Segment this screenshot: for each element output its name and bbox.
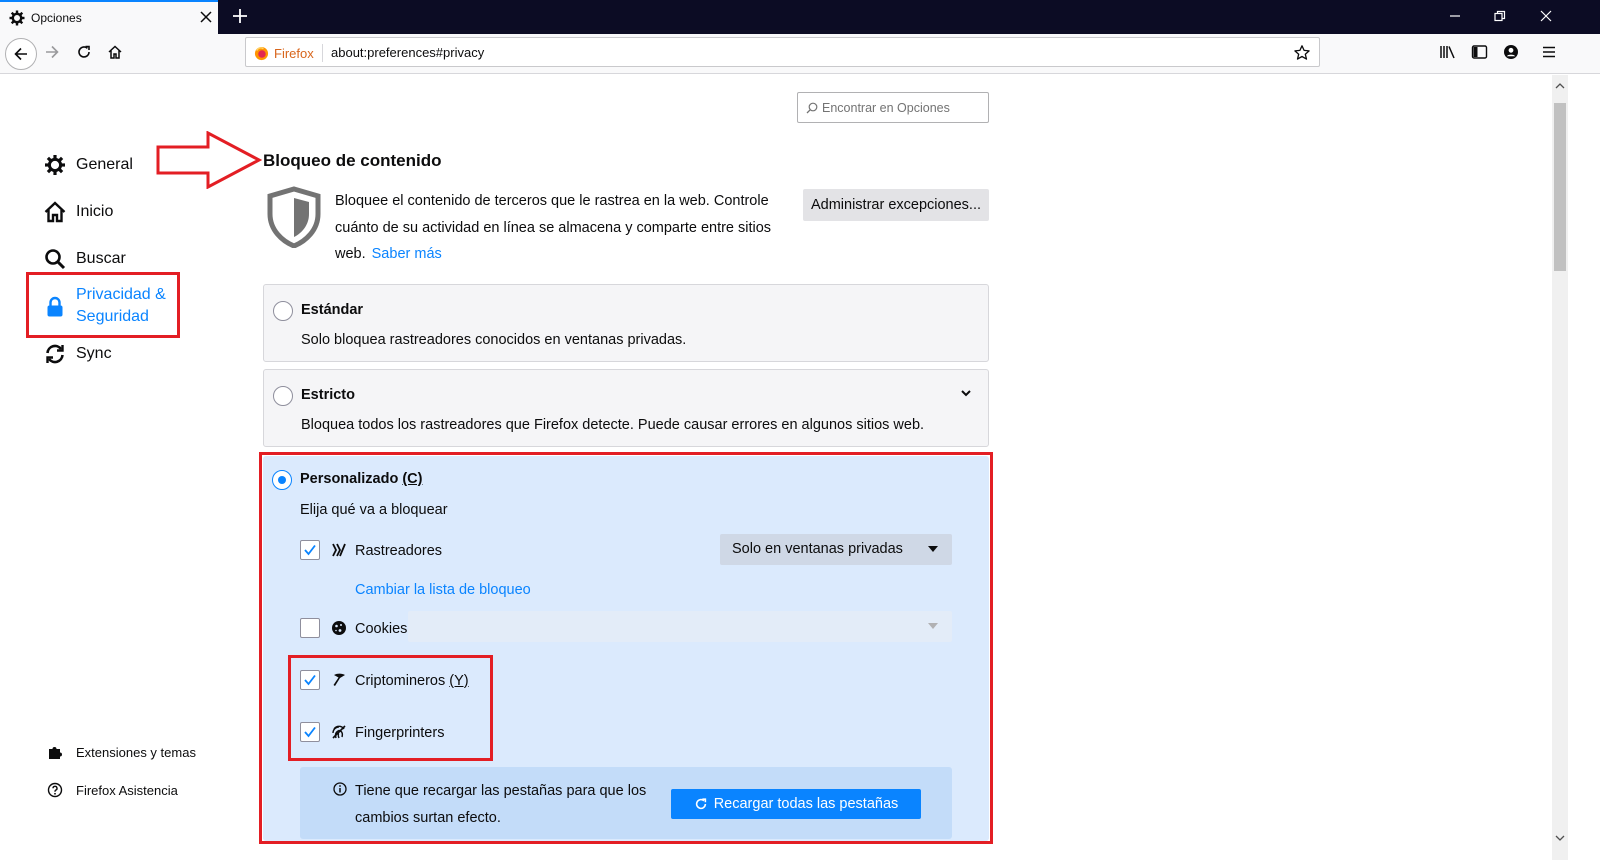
preferences-search[interactable] [797,92,989,123]
search-icon [806,102,818,114]
search-input[interactable] [822,99,982,117]
close-tab-icon[interactable] [199,10,213,24]
forward-button[interactable] [38,38,66,66]
url-bar[interactable]: Firefox about:preferences#privacy [245,37,1320,67]
search-icon [45,249,66,270]
tab-strip: Opciones [0,0,1600,34]
sidebar-item-label: Sync [76,345,112,362]
reload-button[interactable] [70,38,98,66]
option-strict[interactable]: Estricto Bloquea todos los rastreadores … [263,369,989,447]
option-description: Bloquea todos los rastreadores que Firef… [301,417,925,433]
new-tab-icon[interactable] [230,6,250,26]
option-title: Estricto [301,387,355,403]
help-icon [47,782,63,798]
scrollbar-thumb[interactable] [1554,103,1566,271]
sidebar-item-sync[interactable]: Sync [44,343,112,365]
sidebar-item-search[interactable]: Buscar [44,248,126,270]
sync-icon [46,344,64,364]
identity-label: Firefox [274,45,314,61]
sidebar-item-general[interactable]: General [44,154,133,176]
url-text[interactable]: about:preferences#privacy [331,45,484,60]
section-title: Bloqueo de contenido [263,151,442,170]
vertical-scrollbar[interactable] [1552,75,1568,860]
arrow-left-icon [14,47,27,61]
highlight-box-cryptominers-fingerprinters [288,655,493,761]
home-icon [108,45,122,59]
home-button[interactable] [101,38,129,66]
sidebar-item-label: General [76,156,133,173]
back-button[interactable] [5,38,37,70]
window-edge [1568,75,1600,860]
section-description: Bloquee el contenido de terceros que le … [335,188,785,268]
library-icon[interactable] [1439,44,1457,60]
puzzle-icon [49,747,62,759]
tab-preferences[interactable]: Opciones [0,0,218,34]
sidebar-toggle-icon[interactable] [1471,44,1488,60]
sidebar-link-extensions[interactable]: Extensiones y temas [47,744,196,760]
radio-standard[interactable] [273,301,293,321]
annotation-arrow-icon [156,131,262,189]
sidebar-item-label: Inicio [76,203,114,220]
sidebar-item-home[interactable]: Inicio [44,201,113,223]
chevron-down-icon[interactable] [959,386,973,400]
identity-box[interactable]: Firefox [254,44,323,62]
navigation-toolbar: Firefox about:preferences#privacy [0,34,1600,74]
tab-title: Opciones [31,11,82,25]
scroll-down-icon[interactable] [1555,833,1565,843]
sidebar-link-support[interactable]: Firefox Asistencia [47,782,178,798]
highlight-box-privacy [26,272,180,338]
account-icon[interactable] [1503,44,1519,60]
manage-exceptions-button[interactable]: Administrar excepciones... [803,189,989,221]
restore-icon[interactable] [1492,8,1508,24]
close-window-icon[interactable] [1538,8,1554,24]
option-description: Solo bloquea rastreadores conocidos en v… [301,332,687,348]
sidebar-footer-label: Extensiones y temas [76,744,196,760]
reload-icon [78,45,90,58]
sidebar-footer-label: Firefox Asistencia [76,782,178,798]
option-title: Estándar [301,302,364,318]
preferences-page: General Inicio Buscar Privacidad &Seguri… [0,75,1552,860]
shield-icon [267,186,321,248]
scroll-up-icon[interactable] [1555,81,1565,91]
arrow-right-icon [46,45,59,59]
hamburger-menu-icon[interactable] [1541,44,1557,60]
minimize-icon[interactable] [1447,8,1463,24]
firefox-logo-icon [254,46,269,60]
highlight-box-custom [259,452,993,844]
radio-strict[interactable] [273,386,293,406]
learn-more-link[interactable]: Saber más [372,246,442,262]
bookmark-star-icon[interactable] [1293,44,1311,62]
gear-icon [9,10,25,26]
home-icon [44,201,66,223]
option-standard[interactable]: Estándar Solo bloquea rastreadores conoc… [263,284,989,362]
gear-icon [45,155,65,175]
sidebar-item-label: Buscar [76,250,126,267]
